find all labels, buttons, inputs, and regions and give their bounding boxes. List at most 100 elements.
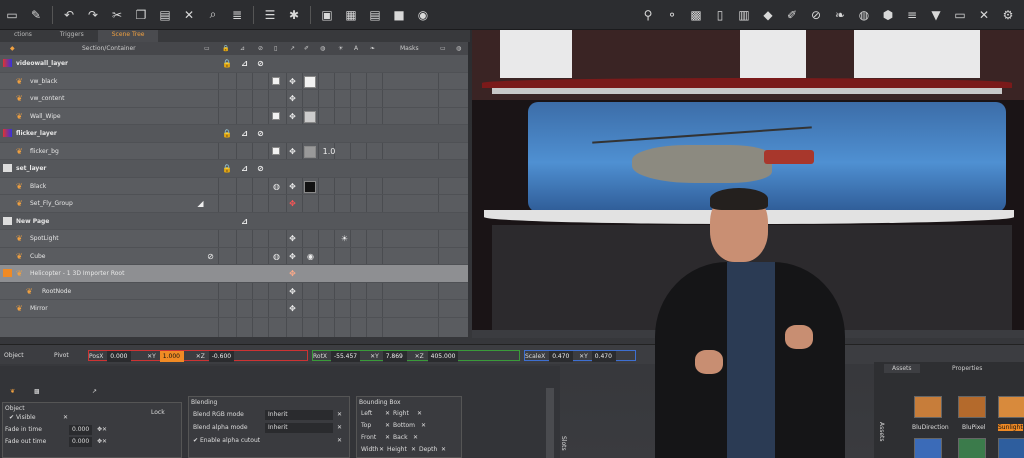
move-icon[interactable]: ✥ — [288, 147, 297, 156]
asset-thumbnail[interactable] — [958, 438, 986, 458]
leaf-column-icon[interactable]: ❧ — [370, 45, 375, 52]
brush-column-icon[interactable]: ✐ — [304, 45, 309, 52]
tree-row[interactable]: ❦ Black ◍ ✥ — [0, 178, 468, 195]
tree-row[interactable]: flicker_layer 🔒 ⊿ ⊘ — [0, 125, 468, 143]
stack-icon[interactable]: ≡ — [903, 6, 921, 24]
asset-thumbnail[interactable] — [958, 396, 986, 418]
funnel-icon[interactable]: ▼ — [927, 6, 945, 24]
pivot-tab[interactable]: Pivot — [54, 350, 69, 361]
node-icon[interactable]: ◍ — [272, 182, 281, 191]
bbox-depth-icon[interactable]: ✕ — [441, 445, 446, 455]
layout-icon[interactable]: ▤ — [366, 6, 384, 24]
rot-y-input[interactable]: 7.869 — [382, 351, 407, 362]
link-icon[interactable]: ⊘ — [807, 6, 825, 24]
transform-icon[interactable]: ⊿ — [240, 164, 249, 173]
visibility-column-icon[interactable]: ▭ — [204, 45, 210, 52]
move-icon[interactable]: ✥ — [288, 112, 297, 121]
tree-row[interactable]: ❦ Mirror ✥ — [0, 300, 468, 318]
transform-icon[interactable]: ⊿ — [240, 217, 249, 226]
blend-rgb-keyframe-icon[interactable]: ✕ — [337, 410, 342, 420]
tree-row[interactable]: New Page ⊿ — [0, 212, 468, 230]
mask-column-icon-2[interactable]: ◍ — [456, 45, 461, 52]
fade-in-input[interactable]: 0.000 — [69, 425, 93, 435]
bbox-left-icon[interactable]: ✕ — [385, 409, 390, 419]
new-file-icon[interactable]: ▭ — [3, 6, 21, 24]
tab-triggers[interactable]: Triggers — [46, 30, 98, 42]
link-icon[interactable]: ⊘ — [256, 164, 265, 173]
tree-row[interactable]: ❦ Cube ⊘ ◍ ✥ ◉ — [0, 248, 468, 265]
blend-alpha-select[interactable]: Inherit — [265, 423, 333, 433]
image-icon[interactable]: ▣ — [318, 6, 336, 24]
cube-icon[interactable]: ⬢ — [879, 6, 897, 24]
asset-thumbnail[interactable] — [914, 396, 942, 418]
globe-icon[interactable]: ◍ — [855, 6, 873, 24]
material-icon[interactable]: ◉ — [306, 252, 315, 261]
transform-icon[interactable]: ⊿ — [240, 129, 249, 138]
tree-row[interactable]: ❦ Set_Fly_Group ◢ ✥ — [0, 195, 468, 213]
move-icon[interactable]: ✥ — [288, 287, 297, 296]
hidden-eye-icon[interactable]: ⊘ — [206, 252, 215, 261]
bbox-top-icon[interactable]: ✕ — [385, 421, 390, 431]
tree-row[interactable]: ❦ Wall_Wipe ✥ — [0, 108, 468, 125]
color-property-box[interactable] — [304, 110, 316, 123]
alpha-cutout-checkbox[interactable]: ✔ Enable alpha cutout — [193, 436, 260, 446]
light-column-icon[interactable]: ☀ — [338, 45, 343, 52]
page-property-box[interactable] — [272, 76, 280, 85]
move-icon[interactable]: ✥ — [288, 94, 297, 103]
properties-scrollbar[interactable] — [546, 388, 554, 458]
visible-keyframe-icon[interactable]: ✕ — [63, 413, 68, 423]
asset-thumbnail[interactable] — [998, 396, 1024, 418]
move-icon[interactable]: ✥ — [288, 304, 297, 313]
lock-icon[interactable]: 🔒 — [222, 129, 232, 138]
rot-z-input[interactable]: 405.000 — [427, 351, 459, 362]
scale-x-input[interactable]: 0.470 — [549, 351, 574, 362]
node-icon[interactable]: ◍ — [272, 252, 281, 261]
tree-row[interactable]: ❦ flicker_bg ✥ 1.0 — [0, 143, 468, 160]
asset-thumbnail[interactable] — [914, 438, 942, 458]
move-icon[interactable]: ✥ — [288, 77, 297, 86]
lock-column-icon[interactable]: 🔒 — [222, 45, 229, 52]
pos-y-input[interactable]: 1.000 — [159, 351, 184, 362]
lock-icon[interactable]: 🔒 — [222, 164, 232, 173]
align-icon[interactable]: ≣ — [228, 6, 246, 24]
paste-icon[interactable]: ▤ — [156, 6, 174, 24]
node-icon[interactable]: ⚬ — [663, 6, 681, 24]
bbox-right-icon[interactable]: ✕ — [417, 409, 422, 419]
move-column-icon[interactable]: ↗ — [290, 45, 295, 52]
link-column-icon[interactable]: ⊘ — [258, 45, 263, 52]
tab-properties[interactable]: Properties — [944, 364, 990, 373]
color-property-box[interactable] — [304, 145, 316, 158]
tree-row[interactable]: ❦ vw_black ✥ — [0, 73, 468, 90]
transform-icon[interactable]: ⊿ — [240, 59, 249, 68]
move-icon[interactable]: ✥ — [288, 199, 297, 208]
bbox-height-icon[interactable]: ✕ — [411, 445, 416, 455]
leaf-icon[interactable]: ❧ — [831, 6, 849, 24]
film-icon[interactable]: ▥ — [735, 6, 753, 24]
tree-row[interactable]: set_layer 🔒 ⊿ ⊘ — [0, 160, 468, 178]
tab-scene-tree[interactable]: Scene Tree — [97, 30, 159, 42]
search-icon[interactable]: ⌕ — [204, 6, 222, 24]
transform-column-icon[interactable]: ⊿ — [240, 45, 245, 52]
fade-in-stepper-icon[interactable]: ✥✕ — [97, 425, 107, 435]
tree-row[interactable]: ❦ RootNode ✥ — [0, 283, 468, 300]
rot-x-input[interactable]: -55.457 — [330, 351, 361, 362]
square-icon[interactable]: ■ — [390, 6, 408, 24]
grid-icon[interactable]: ▦ — [342, 6, 360, 24]
pin-icon[interactable]: ⚲ — [639, 6, 657, 24]
undo-icon[interactable]: ↶ — [60, 6, 78, 24]
asterisk-icon[interactable]: ✱ — [285, 6, 303, 24]
color-property-box[interactable] — [304, 75, 316, 88]
scale-y-input[interactable]: 0.470 — [591, 351, 616, 362]
color-property-box[interactable] — [304, 180, 316, 193]
page-property-box[interactable] — [272, 111, 280, 120]
fade-out-stepper-icon[interactable]: ✥✕ — [97, 437, 107, 447]
tag-icon[interactable]: ◆ — [759, 6, 777, 24]
tree-row[interactable]: ❦ SpotLight ✥ ☀ — [0, 230, 468, 248]
asset-thumbnail[interactable] — [998, 438, 1024, 458]
mask-column-icon[interactable]: ▭ — [440, 45, 446, 52]
fade-out-input[interactable]: 0.000 — [69, 437, 93, 447]
material-column-icon[interactable]: ◍ — [320, 45, 325, 52]
settings-icon[interactable]: ⚙ — [999, 6, 1017, 24]
tree-row-selected[interactable]: ❦ Helicopter - 1 3D Importer Root ✥ — [0, 265, 468, 283]
tree-row[interactable]: ❦ vw_content ✥ — [0, 90, 468, 108]
